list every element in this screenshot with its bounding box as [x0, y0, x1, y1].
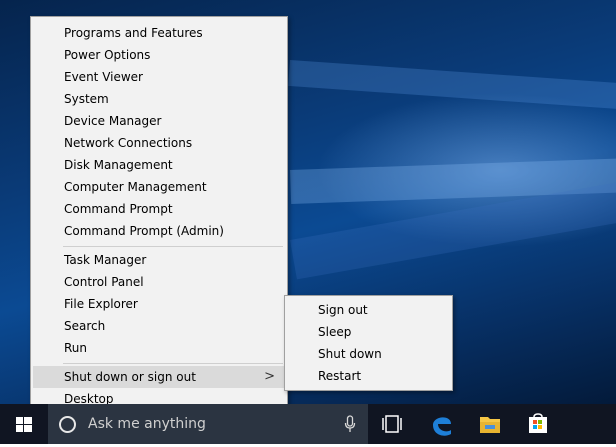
menu-item-event-viewer[interactable]: Event Viewer — [33, 66, 285, 88]
microphone-icon[interactable] — [344, 415, 356, 433]
menu-item-run[interactable]: Run — [33, 337, 285, 359]
start-button[interactable] — [0, 404, 48, 444]
submenu-item-sign-out[interactable]: Sign out — [287, 299, 450, 321]
menu-item-programs-and-features[interactable]: Programs and Features — [33, 22, 285, 44]
shutdown-submenu: Sign out Sleep Shut down Restart — [284, 295, 453, 391]
menu-item-task-manager[interactable]: Task Manager — [33, 249, 285, 271]
file-explorer-taskbar-button[interactable] — [468, 404, 512, 444]
windows-start-icon — [16, 417, 32, 432]
submenu-item-shut-down[interactable]: Shut down — [287, 343, 450, 365]
menu-item-file-explorer[interactable]: File Explorer — [33, 293, 285, 315]
menu-item-computer-management[interactable]: Computer Management — [33, 176, 285, 198]
menu-item-shut-down-or-sign-out[interactable]: Shut down or sign out > — [33, 366, 285, 388]
menu-item-label: Shut down or sign out — [64, 370, 196, 384]
wallpaper-light-beam — [288, 60, 616, 110]
search-placeholder: Ask me anything — [88, 416, 206, 432]
task-view-button[interactable] — [370, 404, 414, 444]
cortana-circle-icon — [59, 416, 76, 433]
submenu-item-sleep[interactable]: Sleep — [287, 321, 450, 343]
winx-context-menu: Programs and Features Power Options Even… — [30, 16, 288, 412]
edge-taskbar-button[interactable] — [420, 404, 464, 444]
menu-item-command-prompt[interactable]: Command Prompt — [33, 198, 285, 220]
chevron-right-icon: > — [264, 369, 275, 384]
menu-item-power-options[interactable]: Power Options — [33, 44, 285, 66]
store-icon — [529, 413, 547, 433]
menu-separator — [63, 246, 283, 247]
menu-item-disk-management[interactable]: Disk Management — [33, 154, 285, 176]
taskbar: Ask me anything — [0, 404, 616, 444]
menu-item-search[interactable]: Search — [33, 315, 285, 337]
task-view-icon — [382, 415, 402, 433]
menu-item-control-panel[interactable]: Control Panel — [33, 271, 285, 293]
submenu-item-restart[interactable]: Restart — [287, 365, 450, 387]
menu-item-system[interactable]: System — [33, 88, 285, 110]
menu-item-command-prompt-admin[interactable]: Command Prompt (Admin) — [33, 220, 285, 242]
menu-separator — [63, 363, 283, 364]
file-explorer-icon — [480, 417, 500, 433]
search-box[interactable]: Ask me anything — [48, 404, 368, 444]
menu-item-network-connections[interactable]: Network Connections — [33, 132, 285, 154]
edge-browser-icon — [433, 417, 451, 436]
menu-item-device-manager[interactable]: Device Manager — [33, 110, 285, 132]
store-taskbar-button[interactable] — [516, 404, 560, 444]
